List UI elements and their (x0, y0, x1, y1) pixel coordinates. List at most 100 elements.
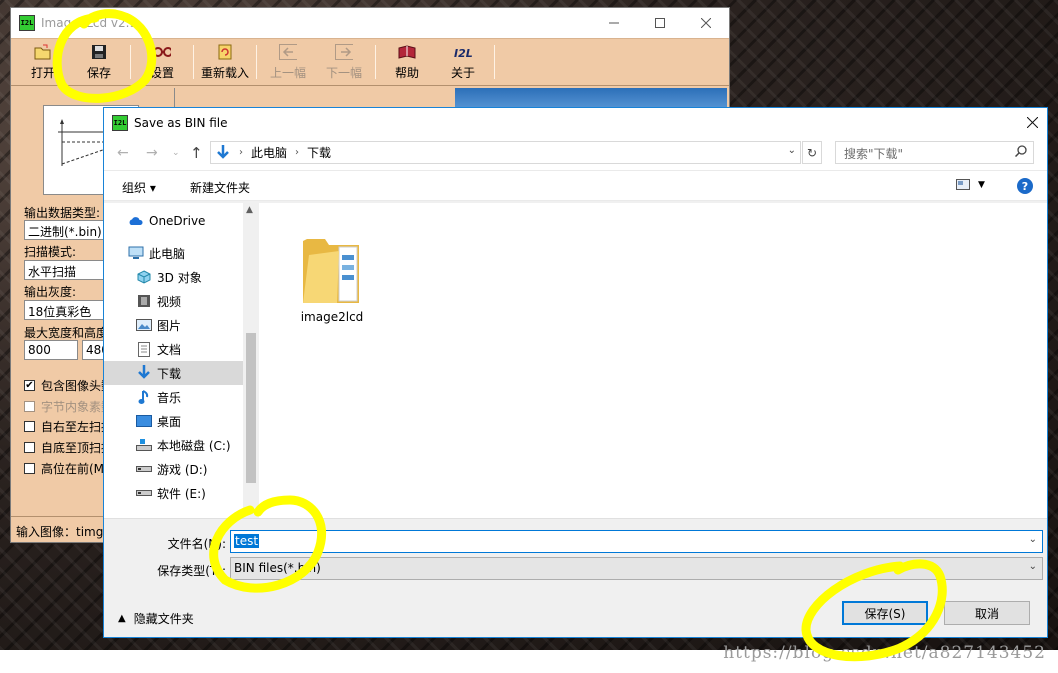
previous-button[interactable]: 上一幅 (260, 39, 316, 85)
previous-label: 上一幅 (269, 66, 306, 80)
address-bar[interactable]: › 此电脑 › 下载 ⌄ (210, 141, 801, 164)
close-button[interactable] (683, 8, 729, 38)
app-title: Image2Lcd v2.9 (41, 16, 138, 30)
save-button[interactable]: 保存 (71, 39, 127, 85)
breadcrumb-chevron-icon: › (295, 147, 300, 158)
tree-item-onedrive[interactable]: OneDrive (104, 209, 243, 233)
tree-item-music[interactable]: 音乐 (104, 385, 243, 409)
refresh-icon: ↻ (806, 145, 818, 160)
tree-item-drive-d[interactable]: 游戏 (D:) (104, 457, 243, 481)
up-arrow-icon[interactable]: ↑ (190, 144, 203, 162)
filetype-select[interactable]: BIN files(*.bin) ⌄ (230, 557, 1043, 580)
search-input[interactable]: 搜索"下载" (835, 141, 1034, 164)
tree-item-drive-c[interactable]: 本地磁盘 (C:) (104, 433, 243, 457)
recent-dropdown-icon[interactable]: ⌄ (172, 148, 180, 158)
cloud-icon (128, 213, 144, 229)
max-width-input[interactable]: 800 (24, 340, 78, 360)
back-arrow-icon[interactable]: ← (117, 145, 129, 161)
filename-input[interactable]: test ⌄ (230, 530, 1043, 553)
dialog-close-button[interactable] (1017, 108, 1047, 137)
tree-item-label: 软件 (E:) (157, 486, 206, 501)
dialog-titlebar[interactable]: I2L Save as BIN file (104, 108, 1047, 137)
hide-folders-label: 隐藏文件夹 (133, 612, 194, 626)
tree-item-label: 3D 对象 (157, 270, 202, 285)
address-dropdown-icon[interactable]: ⌄ (788, 145, 796, 156)
dialog-cancel-button[interactable]: 取消 (944, 601, 1030, 625)
tree-item-drive-e[interactable]: 软件 (E:) (104, 481, 243, 505)
breadcrumb-chevron-icon: › (239, 147, 243, 158)
next-button[interactable]: 下一幅 (316, 39, 372, 85)
organize-button[interactable]: 组织 ▾ (122, 179, 156, 196)
tree-item-videos[interactable]: 视频 (104, 289, 243, 313)
bottom-to-top-checkbox[interactable]: 自底至顶扫描 (24, 439, 113, 456)
tree-item-downloads[interactable]: 下载 (104, 361, 243, 385)
tree-scrollbar[interactable]: ▲ ▼ (243, 203, 259, 518)
app-titlebar[interactable]: I2L Image2Lcd v2.9 (11, 8, 729, 38)
tree-item-label: 音乐 (157, 390, 182, 405)
chevron-down-icon[interactable]: ⌄ (1029, 534, 1037, 545)
settings-button[interactable]: 设置 (134, 39, 190, 85)
dialog-logo-icon: I2L (112, 114, 128, 131)
gray-label: 输出灰度: (24, 285, 77, 299)
desktop-icon (136, 413, 152, 429)
tree-item-desktop[interactable]: 桌面 (104, 409, 243, 433)
forward-arrow-icon[interactable]: → (146, 145, 158, 161)
open-icon (34, 43, 52, 61)
checkbox-icon (24, 401, 35, 412)
scan-mode-label: 扫描模式: (24, 245, 77, 259)
dialog-title: Save as BIN file (134, 115, 228, 130)
document-icon (136, 341, 152, 357)
toolbar-separator (256, 45, 257, 79)
view-icon (956, 179, 970, 190)
view-options-button[interactable]: ▼ (956, 179, 985, 190)
include-header-checkbox[interactable]: ✔ 包含图像头数 (24, 377, 113, 394)
watermark: https://blog.csdn.net/a827143452 (723, 643, 1046, 663)
settings-glasses-icon (153, 43, 171, 61)
tree-item-documents[interactable]: 文档 (104, 337, 243, 361)
tree-item-this-pc[interactable]: 此电脑 (104, 241, 243, 265)
right-to-left-checkbox[interactable]: 自右至左扫描 (24, 418, 113, 435)
tree-item-pictures[interactable]: 图片 (104, 313, 243, 337)
reload-icon (216, 43, 234, 61)
tree-item-label: 视频 (157, 294, 182, 309)
new-folder-button[interactable]: 新建文件夹 (190, 179, 250, 196)
help-button[interactable]: 帮助 (379, 39, 435, 85)
search-placeholder: 搜索"下载" (844, 147, 904, 161)
help-circle-button[interactable]: ? (1017, 178, 1033, 194)
hide-folders-toggle[interactable]: ▲ 隐藏文件夹 (118, 610, 194, 627)
refresh-button[interactable]: ↻ (802, 141, 822, 164)
open-label: 打开 (30, 66, 55, 80)
help-label: 帮助 (394, 66, 419, 80)
dialog-save-button[interactable]: 保存(S) (842, 601, 928, 625)
open-button[interactable]: 打开 (15, 39, 71, 85)
chevron-down-icon: ⌄ (1028, 561, 1037, 572)
caption-buttons (591, 8, 729, 38)
close-icon (701, 18, 711, 28)
scroll-down-icon[interactable]: ▼ (246, 506, 253, 516)
save-fields: 文件名(N): test ⌄ 保存类型(T): BIN files(*.bin)… (104, 518, 1047, 588)
previous-icon (279, 43, 297, 61)
reload-button[interactable]: 重新载入 (197, 39, 253, 85)
view-dropdown-icon: ▼ (978, 179, 985, 190)
breadcrumb-this-pc[interactable]: 此电脑 (251, 144, 287, 161)
app-toolbar: 打开 保存 设置 重新载入 上一幅 下一幅 帮助 I2L 关于 (11, 38, 729, 86)
filename-value: test (234, 534, 260, 548)
download-icon (136, 365, 152, 381)
tree-item-3d-objects[interactable]: 3D 对象 (104, 265, 243, 289)
about-button[interactable]: I2L 关于 (435, 39, 491, 85)
navigation-bar: ← → ⌄ ↑ › 此电脑 › 下载 ⌄ ↻ 搜索"下载" (104, 137, 1047, 170)
save-label: 保存 (86, 66, 111, 80)
reload-label: 重新载入 (200, 66, 249, 80)
minimize-button[interactable] (591, 8, 637, 38)
pixel-order-checkbox[interactable]: 字节内象素数 (24, 398, 113, 415)
scroll-up-icon[interactable]: ▲ (246, 205, 253, 215)
breadcrumb-downloads[interactable]: 下载 (307, 144, 331, 161)
checkbox-icon (24, 463, 35, 474)
video-icon (136, 293, 152, 309)
scrollbar-thumb[interactable] (246, 333, 256, 483)
maximize-button[interactable] (637, 8, 683, 38)
chevron-up-icon: ▲ (118, 613, 126, 624)
help-book-icon (398, 43, 416, 61)
about-label: 关于 (450, 66, 475, 80)
file-item-image2lcd[interactable]: image2lcd (294, 221, 370, 324)
